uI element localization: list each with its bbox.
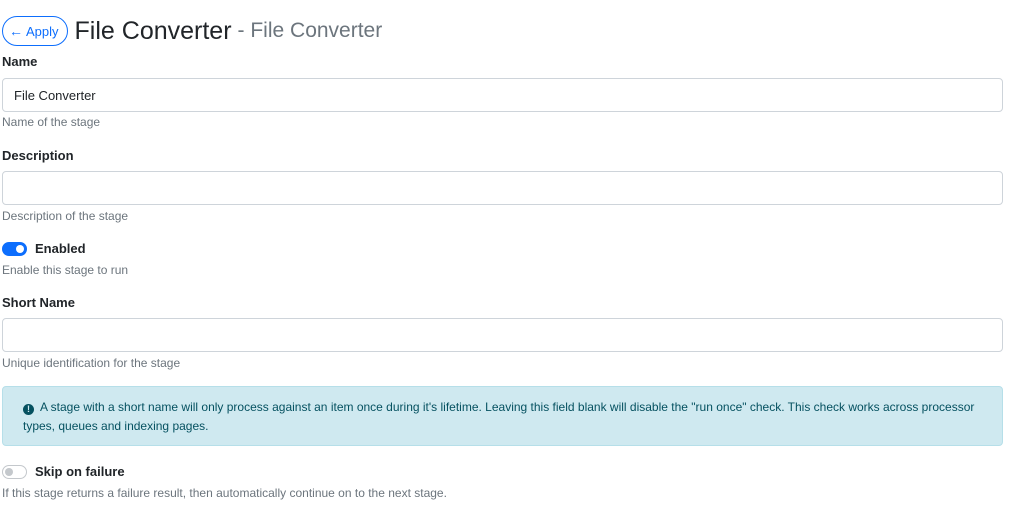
- page-subtitle: - File Converter: [237, 19, 383, 42]
- toggle-knob: [5, 467, 13, 476]
- name-label: Name: [2, 54, 38, 69]
- skip-on-failure-help: If this stage returns a failure result, …: [2, 486, 447, 500]
- name-input[interactable]: [2, 78, 1003, 112]
- enabled-label: Enabled: [35, 241, 86, 256]
- short-name-info-alert: ! A stage with a short name will only pro…: [2, 386, 1003, 446]
- toggle-knob: [16, 244, 24, 253]
- short-name-input[interactable]: [2, 318, 1003, 352]
- apply-button[interactable]: ← Apply: [2, 16, 68, 46]
- skip-on-failure-toggle[interactable]: [2, 464, 27, 479]
- apply-button-label: Apply: [26, 23, 59, 39]
- page-header: ← Apply File Converter - File Converter: [2, 14, 382, 48]
- stage-editor-page: ← Apply File Converter - File Converter …: [0, 0, 1012, 509]
- skip-on-failure-label: Skip on failure: [35, 464, 125, 479]
- description-label: Description: [2, 148, 74, 163]
- page-title: File Converter: [74, 16, 232, 45]
- description-help: Description of the stage: [2, 209, 129, 223]
- short-name-label: Short Name: [2, 295, 75, 310]
- short-name-help: Unique identification for the stage: [2, 356, 181, 370]
- enabled-toggle[interactable]: [2, 241, 27, 256]
- description-input[interactable]: [2, 171, 1003, 205]
- skip-on-failure-toggle-row: Skip on failure: [2, 464, 125, 479]
- alert-text: A stage with a short name will only proc…: [23, 400, 975, 433]
- name-help: Name of the stage: [2, 115, 101, 129]
- arrow-left-icon: ←: [9, 23, 23, 39]
- enabled-toggle-row: Enabled: [2, 241, 86, 256]
- enabled-help: Enable this stage to run: [2, 263, 129, 277]
- info-circle-icon: !: [23, 404, 34, 415]
